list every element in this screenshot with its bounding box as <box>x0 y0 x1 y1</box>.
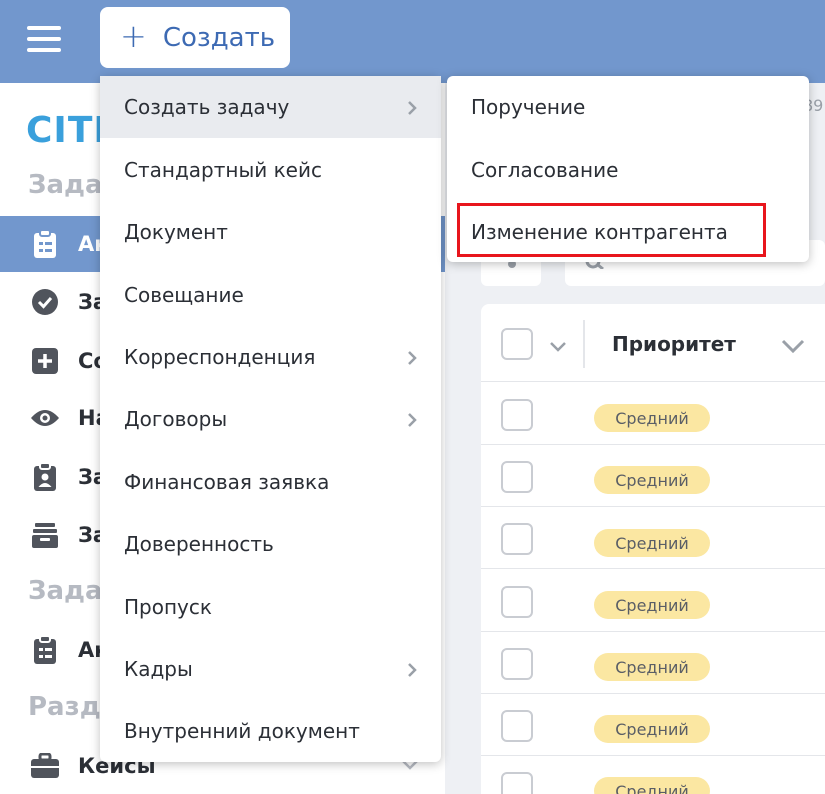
menu-item-label: Кадры <box>124 657 193 681</box>
menu-item-contracts[interactable]: Договоры <box>100 388 441 450</box>
menu-item-label: Договоры <box>124 407 228 431</box>
chevron-down-icon[interactable] <box>549 338 567 357</box>
chevron-right-icon <box>407 412 417 432</box>
menu-item-internal-document[interactable]: Внутренний документ <box>100 700 441 762</box>
priority-badge: Средний <box>594 715 710 743</box>
briefcase-icon <box>30 751 60 781</box>
table-row[interactable]: Средний <box>481 756 825 794</box>
top-bar: + Создать <box>0 0 825 83</box>
chevron-down-icon[interactable] <box>781 338 805 357</box>
create-button-label: Создать <box>162 22 276 53</box>
submenu-item-approval[interactable]: Согласование <box>447 139 809 201</box>
priority-badge: Средний <box>594 404 710 432</box>
menu-item-label: Корреспонденция <box>124 345 316 369</box>
priority-badge: Средний <box>594 653 710 681</box>
clipboard-user-icon <box>30 462 60 492</box>
menu-item-standard-case[interactable]: Стандартный кейс <box>100 139 441 201</box>
row-checkbox[interactable] <box>501 523 533 555</box>
archive-icon <box>30 520 60 550</box>
menu-item-label: Пропуск <box>124 595 212 619</box>
hamburger-menu-icon[interactable] <box>27 24 61 54</box>
table-row[interactable]: Средний <box>481 383 825 445</box>
check-circle-icon <box>30 287 60 317</box>
eye-icon <box>30 403 60 433</box>
menu-item-label: Документ <box>124 220 228 244</box>
clipboard-icon <box>30 635 60 665</box>
table-row[interactable]: Средний <box>481 570 825 632</box>
menu-item-hr[interactable]: Кадры <box>100 638 441 700</box>
menu-item-document[interactable]: Документ <box>100 201 441 263</box>
priority-badge: Средний <box>594 529 710 557</box>
create-menu: Создать задачу Стандартный кейс Документ… <box>100 76 441 762</box>
column-separator <box>583 320 585 368</box>
menu-item-label: Финансовая заявка <box>124 470 330 494</box>
priority-badge: Средний <box>594 591 710 619</box>
select-all-checkbox[interactable] <box>501 328 533 360</box>
priority-badge: Средний <box>594 777 710 794</box>
row-checkbox[interactable] <box>501 772 533 794</box>
table-row[interactable]: Средний <box>481 632 825 694</box>
row-checkbox[interactable] <box>501 461 533 493</box>
column-header-priority[interactable]: Приоритет <box>612 332 736 356</box>
table-row[interactable]: Средний <box>481 445 825 507</box>
row-checkbox[interactable] <box>501 710 533 742</box>
plus-icon: + <box>120 16 147 55</box>
menu-item-label: Совещание <box>124 283 244 307</box>
row-checkbox[interactable] <box>501 648 533 680</box>
chevron-right-icon <box>407 100 417 120</box>
menu-item-label: Внутренний документ <box>124 719 360 743</box>
menu-item-label: Доверенность <box>124 532 274 556</box>
priority-badge: Средний <box>594 466 710 494</box>
menu-item-pass[interactable]: Пропуск <box>100 576 441 638</box>
table-header: Приоритет <box>481 304 825 382</box>
tasks-table: Приоритет Средний Средний Средний Средни… <box>481 304 825 794</box>
chevron-right-icon <box>407 350 417 370</box>
submenu-item-label: Согласование <box>471 158 619 182</box>
menu-item-power-of-attorney[interactable]: Доверенность <box>100 513 441 575</box>
table-row[interactable]: Средний <box>481 507 825 569</box>
menu-item-label: Стандартный кейс <box>124 158 322 182</box>
row-checkbox[interactable] <box>501 399 533 431</box>
menu-item-create-task[interactable]: Создать задачу <box>100 76 441 138</box>
highlight-box <box>457 203 766 257</box>
clipboard-icon <box>30 229 60 259</box>
chevron-right-icon <box>407 662 417 682</box>
menu-item-label: Создать задачу <box>124 95 290 119</box>
plus-square-icon <box>30 346 60 376</box>
table-row[interactable]: Средний <box>481 694 825 756</box>
menu-item-meeting[interactable]: Совещание <box>100 264 441 326</box>
create-button[interactable]: + Создать <box>100 7 290 68</box>
row-checkbox[interactable] <box>501 586 533 618</box>
menu-item-correspondence[interactable]: Корреспонденция <box>100 326 441 388</box>
menu-item-financial-request[interactable]: Финансовая заявка <box>100 451 441 513</box>
submenu-item-assignment[interactable]: Поручение <box>447 76 809 138</box>
submenu-item-label: Поручение <box>471 95 586 119</box>
